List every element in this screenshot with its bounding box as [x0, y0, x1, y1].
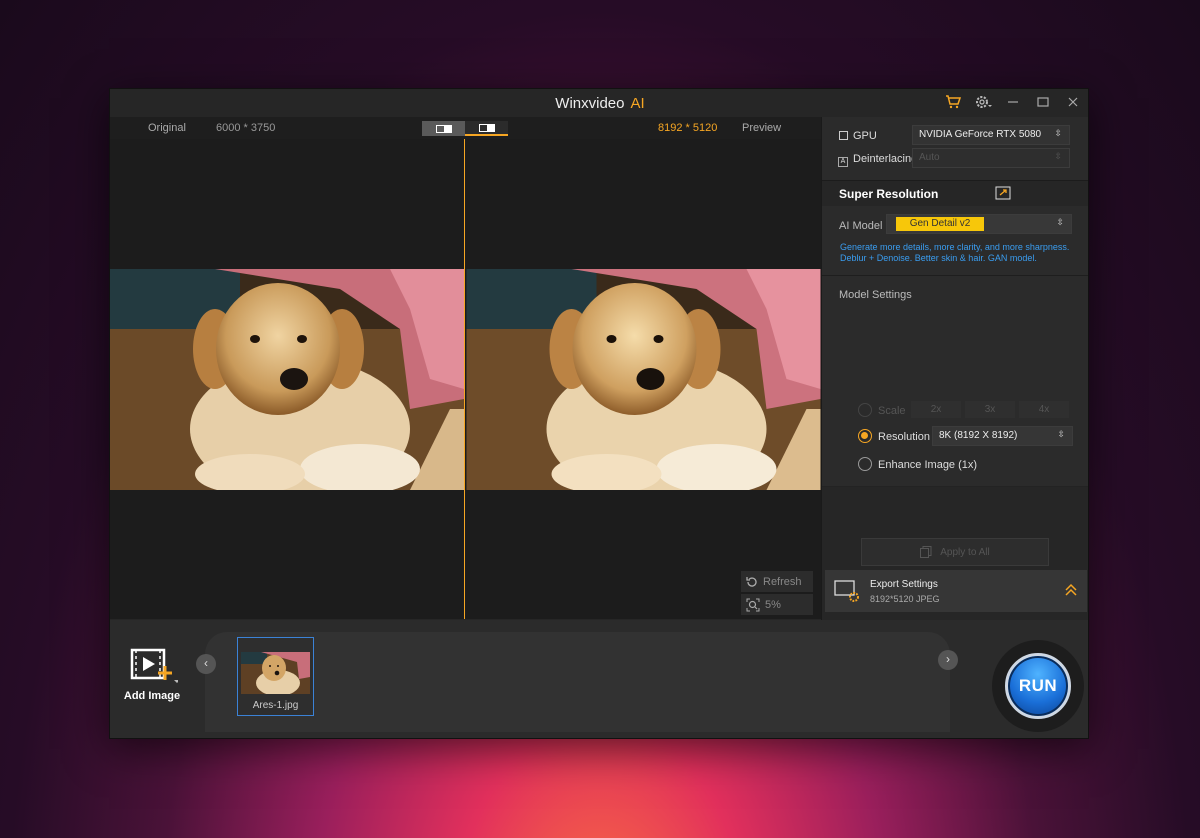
run-button[interactable]: RUN: [1005, 653, 1071, 719]
scale-radio[interactable]: [858, 403, 872, 417]
view-mode-toggle: [422, 121, 508, 136]
cart-icon[interactable]: [944, 93, 962, 111]
chevron-left-icon[interactable]: ‹: [196, 654, 216, 674]
side-by-side-view-button[interactable]: [465, 121, 508, 136]
deinterlacing-row: A Deinterlacing: [838, 153, 917, 167]
split-view-button[interactable]: [422, 121, 465, 136]
preview-canvas[interactable]: Refresh 5%: [110, 139, 821, 619]
resolution-option[interactable]: Resolution: [858, 429, 930, 443]
scale-4x-button[interactable]: 4x: [1019, 401, 1069, 418]
deinterlacing-select[interactable]: Auto ⇳: [912, 148, 1070, 168]
split-view-icon: [435, 124, 452, 133]
export-title: Export Settings: [870, 579, 938, 590]
updown-arrow-icon: ⇳: [1056, 217, 1064, 227]
original-image: [110, 269, 464, 490]
preview-image: [466, 269, 821, 490]
scale-3x-button[interactable]: 3x: [965, 401, 1015, 418]
zoom-control[interactable]: 5%: [741, 594, 813, 615]
ai-model-description: Generate more details, more clarity, and…: [840, 242, 1070, 263]
enhance-radio[interactable]: [858, 457, 872, 471]
apply-to-all-button[interactable]: Apply to All: [861, 538, 1049, 566]
scale-option[interactable]: Scale: [858, 403, 906, 417]
chevron-up-icon[interactable]: [1065, 583, 1077, 597]
maximize-icon[interactable]: [1034, 93, 1052, 111]
close-icon[interactable]: [1064, 93, 1082, 111]
preview-size: 8192 * 5120: [658, 122, 718, 134]
file-strip-bar: Add Image ‹ › Ares-1.jpg RUN: [110, 620, 1088, 738]
file-thumbnail[interactable]: Ares-1.jpg: [237, 637, 314, 716]
gpu-row: GPU: [839, 130, 877, 142]
resolution-radio[interactable]: [858, 429, 872, 443]
app-window: Winxvideo AI Original 6000 * 3750 8192 *…: [109, 88, 1089, 739]
gpu-checkbox[interactable]: [839, 131, 848, 140]
chevron-right-icon[interactable]: ›: [938, 650, 958, 670]
minimize-icon[interactable]: [1004, 93, 1022, 111]
ai-model-label: AI Model: [839, 220, 883, 232]
model-settings-label: Model Settings: [839, 289, 912, 301]
updown-arrow-icon: ⇳: [1057, 429, 1065, 439]
preview-header: Original 6000 * 3750 8192 * 5120 Preview: [110, 117, 821, 139]
zoom-icon: [746, 598, 760, 611]
ai-model-select[interactable]: Gen Detail v2 ⇳: [886, 214, 1072, 234]
compare-divider[interactable]: [464, 139, 465, 619]
refresh-icon: [746, 576, 757, 587]
divider: [822, 275, 1088, 276]
title-bar: Winxvideo AI: [110, 89, 1088, 117]
updown-arrow-icon: ⇳: [1054, 128, 1062, 138]
export-settings[interactable]: Export Settings 8192*5120 JPEG: [825, 570, 1087, 612]
original-label: Original: [148, 122, 186, 134]
add-video-icon: [130, 648, 178, 683]
thumbnail-image: [241, 652, 310, 694]
scale-2x-button[interactable]: 2x: [911, 401, 961, 418]
enhance-option[interactable]: Enhance Image (1x): [858, 457, 977, 471]
section-title: Super Resolution: [839, 187, 939, 201]
resolution-select[interactable]: 8K (8192 X 8192) ⇳: [932, 426, 1073, 446]
settings-panel: GPU NVIDIA GeForce RTX 5080 ⇳ A Deinterlac…: [821, 117, 1088, 620]
app-title: Winxvideo AI: [555, 95, 645, 112]
original-size: 6000 * 3750: [216, 122, 276, 134]
gear-icon[interactable]: [974, 93, 992, 111]
export-settings-icon: [834, 580, 859, 602]
file-name: Ares-1.jpg: [252, 700, 299, 711]
export-detail: 8192*5120 JPEG: [870, 594, 940, 604]
super-resolution-header: Super Resolution: [822, 180, 1088, 206]
deinterlacing-icon: A: [838, 157, 848, 167]
preview-label: Preview: [742, 122, 782, 134]
thumbnail-strip: ‹ ›: [196, 632, 958, 732]
updown-arrow-icon: ⇳: [1054, 151, 1062, 161]
expand-icon[interactable]: [995, 186, 1011, 200]
refresh-button[interactable]: Refresh: [741, 571, 813, 592]
copy-icon: [920, 546, 932, 558]
add-image-button[interactable]: Add Image: [122, 646, 182, 706]
gpu-select[interactable]: NVIDIA GeForce RTX 5080 ⇳: [912, 125, 1070, 145]
run-button-frame: RUN: [992, 640, 1084, 732]
side-by-side-icon: [478, 123, 495, 132]
